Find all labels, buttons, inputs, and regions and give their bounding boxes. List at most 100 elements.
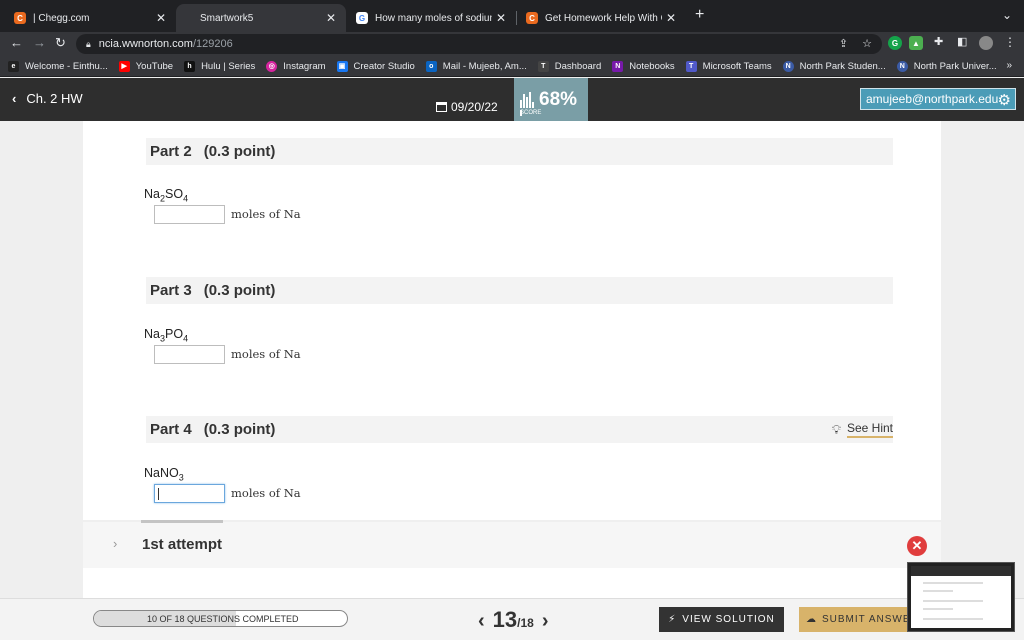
- bookmark-label: North Park Studen...: [799, 60, 886, 72]
- part-4-header: Part 4 (0.3 point) 💡︎ See Hint: [146, 416, 893, 443]
- bookmark-label: Dashboard: [554, 60, 602, 72]
- bookmarks-overflow-button[interactable]: »: [1006, 60, 1012, 71]
- bookmarks-bar: e Welcome - Einthu... ▶ YouTube h Hulu | Se…: [0, 56, 1024, 77]
- address-bar[interactable]: 🔒︎ ncia.wwnorton.com /129206 ⇪ ☆: [76, 34, 882, 54]
- cloud-upload-icon: ☁: [806, 614, 817, 625]
- einthusan-icon: e: [8, 60, 19, 72]
- attempt-row[interactable]: › 1st attempt ✕: [83, 520, 941, 568]
- attempt-divider: [141, 520, 223, 523]
- bar-chart-icon: SCORE: [520, 91, 541, 116]
- lightning-icon: ⚡︎: [668, 614, 677, 625]
- bookmark-item[interactable]: N Notebooks: [612, 60, 675, 72]
- previous-question-button[interactable]: ‹: [470, 610, 493, 633]
- bookmark-item[interactable]: N North Park Studen...: [782, 60, 886, 72]
- browser-toolbar: ← → ↻ 🔒︎ ncia.wwnorton.com /129206 ⇪ ☆ G…: [0, 32, 1024, 56]
- extension-icon[interactable]: ▲: [909, 36, 923, 50]
- back-arrow-icon[interactable]: ←: [10, 35, 23, 50]
- youtube-icon: ▶: [118, 60, 130, 72]
- tab-label: How many moles of sodium ar: [375, 12, 492, 24]
- back-to-assignment-link[interactable]: ‹ Ch. 2 HW: [12, 91, 83, 106]
- share-icon[interactable]: ⇪: [839, 37, 848, 50]
- content-lower-area: [83, 568, 941, 598]
- puzzle-icon[interactable]: ✚: [934, 35, 943, 48]
- forward-arrow-icon[interactable]: →: [33, 35, 46, 50]
- current-question-number: 13: [492, 607, 518, 632]
- bookmark-item[interactable]: e Welcome - Einthu...: [8, 60, 108, 72]
- bookmark-item[interactable]: ▶ YouTube: [118, 60, 173, 72]
- bookmark-item[interactable]: N North Park Univer...: [896, 60, 997, 72]
- part-points: (0.3 point): [203, 282, 276, 299]
- score-display[interactable]: SCORE 68%: [514, 78, 588, 121]
- close-icon[interactable]: ✕: [326, 11, 336, 25]
- profile-avatar[interactable]: [979, 36, 993, 50]
- question-pager: ‹ 13 /18 ›: [470, 607, 557, 633]
- footer-bar: 10 OF 18 QUESTIONS COMPLETED ‹ 13 /18 › …: [0, 598, 1024, 640]
- view-solution-button[interactable]: ⚡︎ VIEW SOLUTION: [659, 607, 784, 632]
- thumbnail-content: [911, 566, 1011, 628]
- formula-text: PO: [165, 327, 184, 341]
- submit-label: SUBMIT ANSWER: [822, 614, 919, 625]
- url-host: ncia.wwnorton.com: [98, 38, 193, 50]
- tab-chegg-homework[interactable]: C Get Homework Help With Che ✕: [516, 4, 686, 32]
- part-2-header: Part 2 (0.3 point): [146, 138, 893, 165]
- answer-input-part-2[interactable]: [154, 205, 225, 224]
- lightbulb-icon: 💡︎: [831, 421, 841, 437]
- answer-input-part-3[interactable]: [154, 345, 225, 364]
- formula-subscript: 4: [183, 333, 189, 344]
- units-label: moles of Na: [231, 347, 301, 361]
- part-title: Part 3: [150, 282, 192, 299]
- part-3-header: Part 3 (0.3 point): [146, 277, 893, 304]
- next-question-button[interactable]: ›: [534, 610, 557, 633]
- new-tab-button[interactable]: +: [695, 6, 704, 24]
- reload-icon[interactable]: ↻: [55, 35, 66, 51]
- bookmark-label: Hulu | Series: [201, 60, 256, 72]
- tab-label: Get Homework Help With Che: [545, 12, 662, 24]
- bookmark-item[interactable]: ◎ Instagram: [266, 60, 326, 72]
- question-content: Part 2 (0.3 point) Na2SO4 moles of Na Pa…: [83, 121, 941, 520]
- tab-google-search[interactable]: G How many moles of sodium ar ✕: [346, 4, 516, 32]
- close-icon[interactable]: ✕: [496, 11, 506, 25]
- close-icon[interactable]: ✕: [666, 11, 676, 25]
- close-icon[interactable]: ✕: [156, 11, 166, 25]
- bookmark-item[interactable]: o Mail - Mujeeb, Am...: [425, 60, 527, 72]
- google-icon: G: [356, 12, 368, 24]
- northpark-icon: N: [896, 60, 908, 72]
- bookmark-item[interactable]: h Hulu | Series: [184, 60, 256, 72]
- due-date-text: 09/20/22: [451, 100, 498, 114]
- total-questions: /18: [517, 616, 534, 630]
- text-caret: [158, 488, 159, 500]
- bookmark-star-icon[interactable]: ☆: [862, 37, 872, 50]
- see-hint-button[interactable]: 💡︎ See Hint: [832, 421, 893, 438]
- onenote-icon: N: [612, 60, 624, 72]
- part-points: (0.3 point): [203, 421, 276, 438]
- menu-dots-icon[interactable]: ⋮: [1004, 35, 1016, 49]
- tab-smartwork5[interactable]: Smartwork5 ✕: [176, 4, 346, 32]
- formula-na3po4: Na3PO4: [144, 327, 188, 344]
- submit-answer-button[interactable]: ☁ SUBMIT ANSWER: [799, 607, 924, 632]
- tab-search-icon[interactable]: ⌄: [1002, 8, 1012, 22]
- formula-subscript: 4: [183, 193, 189, 204]
- thumbnail-line: [923, 600, 983, 602]
- part-title: Part 4: [150, 421, 192, 438]
- tab-chegg[interactable]: C | Chegg.com ✕: [4, 4, 176, 32]
- formula-nano3: NaNO3: [144, 466, 184, 483]
- tab-label: | Chegg.com: [33, 12, 90, 24]
- gear-icon[interactable]: ⚙: [998, 91, 1011, 109]
- bookmark-label: Creator Studio: [353, 60, 415, 72]
- bookmark-item[interactable]: T Microsoft Teams: [685, 60, 772, 72]
- answer-input-part-4[interactable]: [154, 484, 225, 503]
- bookmark-item[interactable]: T Dashboard: [537, 60, 602, 72]
- screen-preview-thumbnail[interactable]: [907, 562, 1015, 632]
- grammarly-extension-icon[interactable]: G: [888, 36, 902, 50]
- northpark-icon: N: [782, 60, 794, 72]
- user-menu-button[interactable]: amujeeb@northpark.edu ⚙: [860, 88, 1016, 110]
- outlook-icon: o: [425, 60, 437, 72]
- chevron-right-icon[interactable]: ›: [113, 536, 117, 551]
- url-path: /129206: [192, 38, 233, 50]
- bookmark-label: Microsoft Teams: [702, 60, 772, 72]
- bookmark-label: Notebooks: [629, 60, 675, 72]
- hulu-icon: h: [184, 60, 196, 72]
- bookmark-item[interactable]: ▣ Creator Studio: [336, 60, 415, 72]
- chevron-left-icon: ‹: [12, 91, 17, 106]
- sidepanel-icon[interactable]: ◧: [957, 35, 967, 48]
